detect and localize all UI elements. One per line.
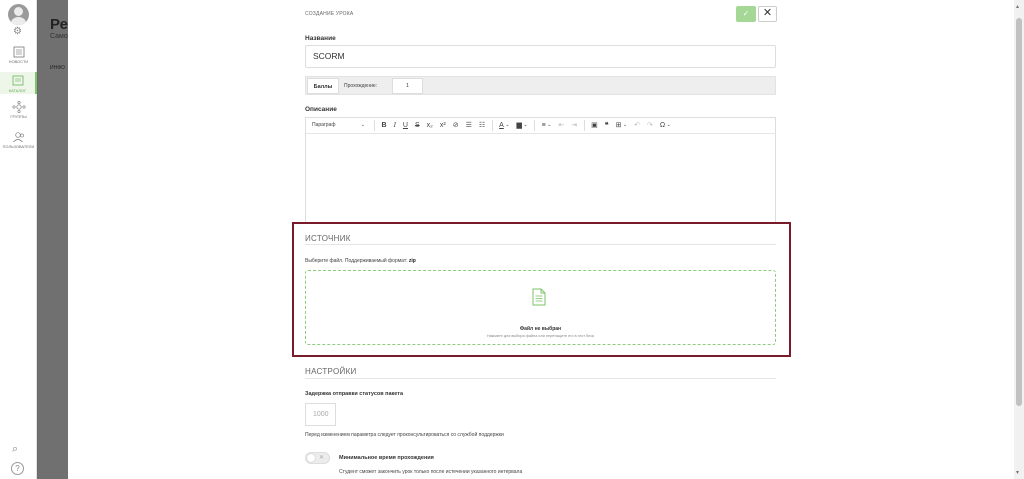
catalog-icon [12,75,23,86]
delay-note: Перед изменением параметра следует проко… [305,432,504,438]
avatar[interactable] [8,4,29,25]
file-icon [532,288,546,306]
numbered-list-icon[interactable]: ☷ [479,118,485,133]
scrollbar[interactable]: ▴ ▾ [1014,0,1024,479]
quote-icon[interactable]: ❝ [605,118,609,133]
delay-label: Задержка отправки статусов пакета [305,391,404,397]
special-char-icon[interactable]: Ω [660,118,665,133]
toggle-knob [307,454,315,462]
strikethrough-icon[interactable]: S [415,118,420,133]
editor-toolbar: Параграф ⌄ B I U S x₂ x² ⊘ ☰ ☷ A ⌄ ▆ ⌄ ≡… [305,117,776,134]
sidebar-item-news[interactable]: НОВОСТИ [0,46,37,64]
modal-title: СОЗДАНИЕ УРОКА [305,11,354,17]
chevron-down-icon[interactable]: ⌄ [523,118,527,133]
toolbar-divider [583,120,585,131]
undo-icon[interactable]: ↶ [634,118,640,133]
source-format: zip [408,258,416,264]
dropzone-title: Файл не выбран [519,326,562,332]
scroll-up-icon[interactable]: ▴ [1016,3,1019,10]
chevron-down-icon: ⌄ [360,122,365,128]
groups-icon [11,101,26,113]
outdent-icon[interactable]: ⇤ [558,118,564,133]
close-icon: ✕ [319,455,325,461]
min-time-toggle[interactable]: ✕ [305,452,330,464]
chevron-down-icon[interactable]: ⌄ [505,118,509,133]
italic-icon[interactable]: I [394,118,396,133]
superscript-icon[interactable]: x² [440,118,446,133]
newspaper-icon [13,46,24,58]
subscript-icon[interactable]: x₂ [427,118,433,133]
pass-input[interactable]: 1 [392,78,423,94]
scroll-down-icon[interactable]: ▾ [1016,469,1019,476]
table-icon[interactable]: ⊞ [616,118,622,133]
help-icon[interactable]: ? [11,462,24,475]
paragraph-select[interactable]: Параграф ⌄ [306,118,371,133]
image-icon[interactable]: ▣ [591,118,598,133]
sidebar-item-label: КАТАЛОГ [8,89,27,93]
users-icon [12,132,24,143]
source-section-title: ИСТОЧНИК [305,234,351,243]
sidebar-item-label: ГРУППЫ [10,115,27,119]
sidebar-item-users[interactable]: ПОЛЬЗОВАТЕЛИ [0,131,37,149]
delay-input[interactable]: 1000 [305,403,336,426]
min-time-label: Минимальное время прохождения [339,455,434,461]
min-time-description: Студент сможет закончить урок только пос… [339,469,523,475]
check-icon: ✓ [742,9,750,18]
redo-icon[interactable]: ↷ [647,118,653,133]
close-button[interactable]: ✕ [758,6,777,22]
toolbar-divider [534,120,536,131]
save-button[interactable]: ✓ [736,6,756,22]
background-page-tab: ИНФО [50,65,65,71]
underline-icon[interactable]: U [403,118,408,133]
sidebar-item-catalog[interactable]: КАТАЛОГ [0,72,37,94]
file-dropzone[interactable]: Файл не выбран Нажмите для выбора файла … [305,270,776,345]
toolbar-divider [374,120,375,131]
indent-icon[interactable]: ⇥ [571,118,577,133]
bold-icon[interactable]: B [382,118,387,133]
description-label: Описание [305,106,337,113]
search-user-icon[interactable]: ⌕ [12,443,18,456]
source-hint: Выберите файл. Поддерживаемый формат: zi… [305,258,416,264]
highlight-color-icon[interactable]: ▆ [517,118,522,133]
toolbar-divider [491,120,493,131]
source-hint-text: Выберите файл. Поддерживаемый формат: [305,258,408,264]
name-label: Название [305,35,336,42]
app-sidebar: ⚙ НОВОСТИ КАТАЛОГ ГРУППЫ ПОЛЬЗОВАТЕЛИ ⌕ … [0,0,37,479]
scroll-thumb[interactable] [1016,18,1022,406]
sidebar-item-label: ПОЛЬЗОВАТЕЛИ [2,145,35,149]
align-icon[interactable]: ≡ [542,118,546,133]
chevron-down-icon[interactable]: ⌄ [547,118,551,133]
settings-section-title: НАСТРОЙКИ [305,367,357,376]
chevron-down-icon[interactable]: ⌄ [667,118,671,133]
gear-icon[interactable]: ⚙ [13,27,22,37]
tab-score[interactable]: Баллы [307,78,339,94]
background-page-subtitle: Само [50,33,68,40]
section-divider [305,244,776,245]
font-color-icon[interactable]: A [499,118,504,133]
name-input[interactable]: SCORM [305,45,776,68]
pass-label: Прохождение: [344,83,378,89]
dropzone-subtitle: Нажмите для выбора файла или перетащите … [486,334,595,338]
score-bar: Баллы Прохождение: 1 [305,76,776,95]
background-overlay [38,0,68,479]
sidebar-item-groups[interactable]: ГРУППЫ [0,101,37,119]
paragraph-select-label: Параграф [312,122,336,128]
section-divider [305,378,776,379]
link-icon[interactable]: ⊘ [453,118,459,133]
bullet-list-icon[interactable]: ☰ [466,118,472,133]
chevron-down-icon[interactable]: ⌄ [623,118,627,133]
create-lesson-modal: СОЗДАНИЕ УРОКА ✓ ✕ Название SCORM Баллы … [68,0,1014,479]
sidebar-item-label: НОВОСТИ [8,60,29,64]
description-editor[interactable] [305,134,776,223]
